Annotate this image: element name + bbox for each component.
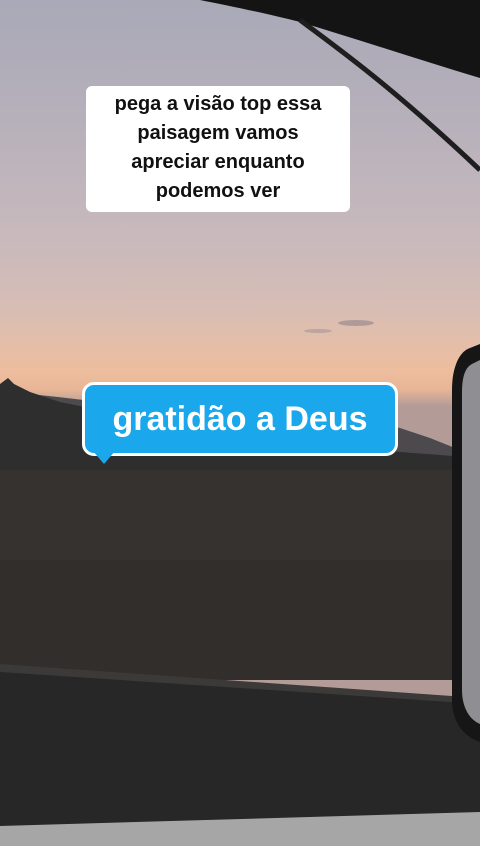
caption-line-1: pega a visão top essa [114,93,322,115]
caption-line-4: podemos ver [155,180,281,202]
sticker-text: gratidão a Deus [112,399,368,438]
window-frame-top [200,0,480,78]
caption-box: pega a visão top essa paisagem vamos apr… [86,86,350,212]
caption-line-3: apreciar enquanto [131,151,305,173]
speech-bubble-sticker: gratidão a Deus [82,382,398,456]
video-frame: pega a visão top essa paisagem vamos apr… [0,0,480,846]
caption-line-2: paisagem vamos [137,122,299,144]
speech-bubble-tail [92,450,116,464]
